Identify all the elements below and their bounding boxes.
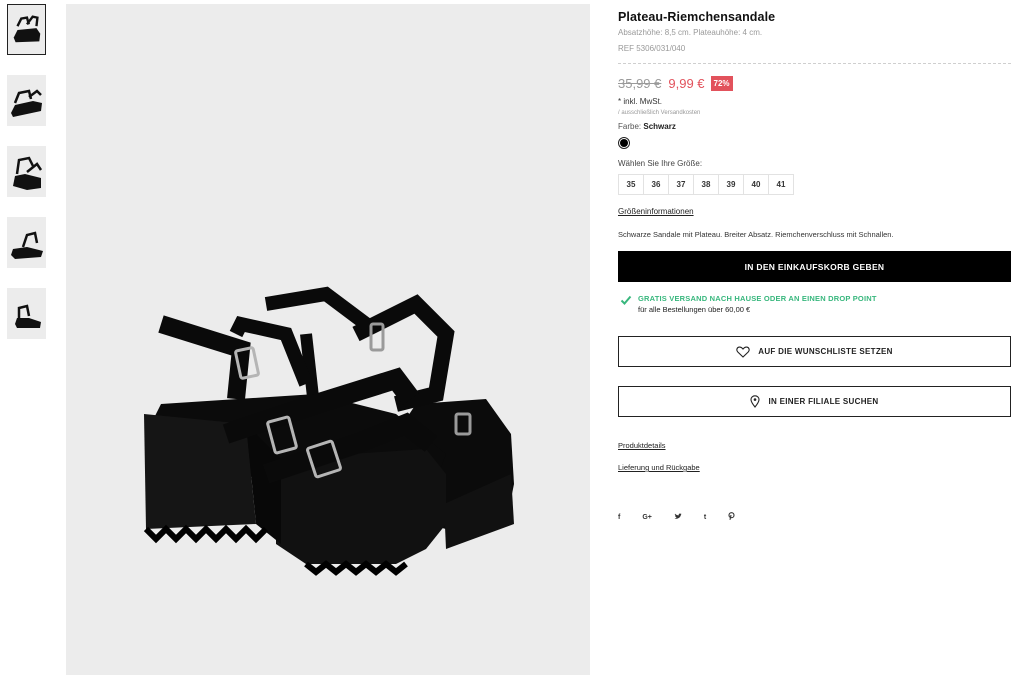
- product-info-panel: Plateau-Riemchensandale Absatzhöhe: 8,5 …: [618, 10, 1011, 522]
- sandal-illustration: [143, 286, 514, 576]
- thumbnail-3[interactable]: [7, 146, 46, 197]
- sale-price: 9,99 €: [668, 76, 705, 91]
- product-description: Schwarze Sandale mit Plateau. Breiter Ab…: [618, 230, 894, 239]
- original-price: 35,99 €: [618, 76, 662, 91]
- size-option[interactable]: 38: [693, 174, 719, 195]
- sandal-thumbnail-image: [15, 304, 41, 328]
- product-details-link[interactable]: Produktdetails: [618, 441, 1011, 450]
- google-plus-icon[interactable]: G+: [642, 514, 652, 521]
- sandal-thumbnail-image: [13, 156, 43, 190]
- facebook-icon[interactable]: f: [618, 514, 620, 521]
- swatch-fill: [620, 139, 628, 147]
- product-main-image[interactable]: [66, 4, 590, 675]
- thumbnail-list: [7, 4, 47, 359]
- size-option[interactable]: 41: [768, 174, 794, 195]
- size-selector: 35 36 37 38 39 40 41: [618, 174, 1011, 195]
- color-label-row: Farbe: Schwarz: [618, 122, 1011, 131]
- discount-badge: 72%: [710, 76, 733, 91]
- thumbnail-4[interactable]: [7, 217, 46, 268]
- color-label: Farbe:: [618, 122, 642, 131]
- twitter-icon[interactable]: [674, 512, 682, 522]
- size-option[interactable]: 35: [618, 174, 644, 195]
- size-option[interactable]: 37: [668, 174, 694, 195]
- size-option[interactable]: 36: [643, 174, 669, 195]
- thumbnail-1[interactable]: [7, 4, 46, 55]
- social-share-bar: f G+ t: [618, 512, 1011, 522]
- product-dimensions: Absatzhöhe: 8,5 cm. Plateauhöhe: 4 cm.: [618, 28, 763, 37]
- product-title: Plateau-Riemchensandale: [618, 10, 776, 24]
- color-swatch-black[interactable]: [618, 137, 630, 149]
- delivery-returns-link[interactable]: Lieferung und Rückgabe: [618, 463, 1011, 472]
- sandal-thumbnail-image: [11, 231, 43, 259]
- wishlist-button-label: AUF DIE WUNSCHLISTE SETZEN: [758, 347, 893, 356]
- price-row: 35,99 € 9,99 € 72%: [618, 76, 1011, 91]
- tax-note: * inkl. MwSt.: [618, 97, 663, 106]
- pinterest-icon[interactable]: [728, 512, 735, 522]
- size-info-link[interactable]: Größeninformationen: [618, 207, 694, 216]
- size-option[interactable]: 40: [743, 174, 769, 195]
- wishlist-button[interactable]: AUF DIE WUNSCHLISTE SETZEN: [618, 336, 1011, 367]
- shipping-cost-note: / ausschließlich Versandkosten: [618, 110, 701, 116]
- thumbnail-2[interactable]: [7, 75, 46, 126]
- location-pin-icon: [750, 395, 761, 408]
- sandal-thumbnail-image: [13, 15, 41, 43]
- heart-icon: [736, 346, 750, 358]
- sandal-thumbnail-image: [11, 89, 42, 117]
- size-option[interactable]: 39: [718, 174, 744, 195]
- find-store-button-label: IN EINER FILIALE SUCHEN: [768, 397, 879, 406]
- check-icon: [620, 295, 632, 305]
- add-to-cart-button[interactable]: IN DEN EINKAUFSKORB GEBEN: [618, 251, 1011, 282]
- thumbnail-5[interactable]: [7, 288, 46, 339]
- product-ref: REF 5306/031/040: [618, 44, 1011, 64]
- free-shipping-subtitle: für alle Bestellungen über 60,00 €: [638, 305, 751, 314]
- free-shipping-info: GRATIS VERSAND NACH HAUSE ODER AN EINEN …: [618, 294, 1011, 314]
- color-value: Schwarz: [643, 122, 676, 131]
- size-label: Wählen Sie Ihre Größe:: [618, 159, 703, 168]
- tumblr-icon[interactable]: t: [704, 514, 706, 521]
- free-shipping-title: GRATIS VERSAND NACH HAUSE ODER AN EINEN …: [638, 294, 877, 303]
- find-store-button[interactable]: IN EINER FILIALE SUCHEN: [618, 386, 1011, 417]
